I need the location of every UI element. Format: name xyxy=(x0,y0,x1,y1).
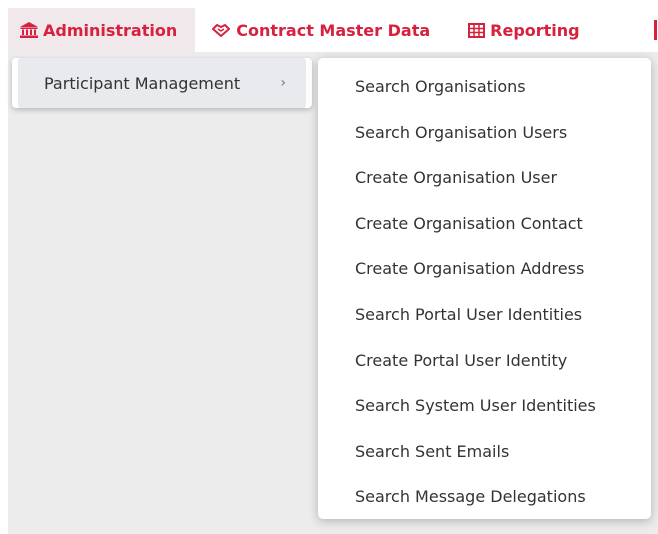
main-menubar: Administration Contract Master Data Repo… xyxy=(8,8,658,52)
menu-reporting[interactable]: Reporting xyxy=(444,8,593,52)
flyout-item-search-organisation-users[interactable]: Search Organisation Users xyxy=(318,110,651,156)
flyout-item-search-portal-user-identities[interactable]: Search Portal User Identities xyxy=(318,292,651,338)
menu-administration[interactable]: Administration xyxy=(8,8,196,52)
flyout-item-search-organisations[interactable]: Search Organisations xyxy=(318,64,651,110)
administration-submenu: Participant Management › xyxy=(12,58,312,108)
flyout-item-search-sent-emails[interactable]: Search Sent Emails xyxy=(318,429,651,475)
handshake-icon xyxy=(211,23,231,37)
table-icon xyxy=(468,22,486,38)
bank-icon xyxy=(20,22,38,38)
menu-reporting-label: Reporting xyxy=(490,20,580,40)
flyout-item-create-portal-user-identity[interactable]: Create Portal User Identity xyxy=(318,338,651,384)
submenu-item-participant-management[interactable]: Participant Management › xyxy=(18,58,306,108)
submenu-item-label: Participant Management xyxy=(44,73,241,93)
flyout-item-create-organisation-address[interactable]: Create Organisation Address xyxy=(318,246,651,292)
menu-administration-label: Administration xyxy=(43,20,178,40)
menu-contract-master-data-label: Contract Master Data xyxy=(236,20,431,40)
flyout-item-search-message-delegations[interactable]: Search Message Delegations xyxy=(318,474,651,520)
flyout-item-search-system-user-identities[interactable]: Search System User Identities xyxy=(318,383,651,429)
chevron-right-icon: › xyxy=(280,75,286,91)
flyout-item-create-organisation-user[interactable]: Create Organisation User xyxy=(318,155,651,201)
menu-contract-master-data[interactable]: Contract Master Data xyxy=(195,8,444,52)
menu-next-item-edge[interactable] xyxy=(654,20,657,40)
flyout-item-create-organisation-contact[interactable]: Create Organisation Contact xyxy=(318,201,651,247)
participant-management-flyout: Search Organisations Search Organisation… xyxy=(318,58,651,519)
